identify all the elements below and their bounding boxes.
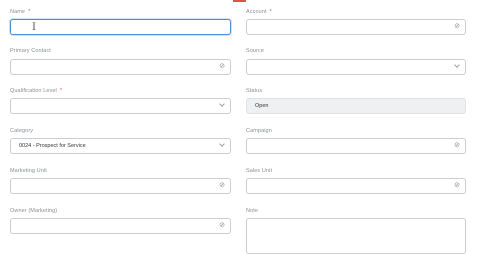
active-tab-indicator (233, 0, 246, 2)
chevron-down-icon[interactable] (219, 141, 225, 147)
qualification-level-label: Qualification Level * (10, 88, 63, 94)
owner-marketing-label: Owner (Marketing) (10, 208, 58, 214)
primary-contact-input[interactable]: ⊘ (10, 59, 231, 75)
sales-unit-label: Sales Unit (246, 168, 273, 174)
campaign-input[interactable]: ⊘ (246, 138, 466, 154)
account-input[interactable]: ⊘ (246, 19, 466, 35)
note-label: Note (246, 208, 259, 214)
primary-contact-label: Primary Contact (10, 48, 51, 54)
link-icon[interactable]: ⊘ (219, 222, 225, 230)
category-value: 0024 - Prospect for Service (19, 143, 86, 149)
source-select[interactable] (246, 59, 466, 75)
marketing-unit-label: Marketing Unit (10, 168, 47, 174)
note-textarea[interactable] (246, 218, 466, 254)
link-icon[interactable]: ⊘ (454, 182, 460, 190)
chevron-down-icon[interactable] (219, 101, 225, 107)
category-label: Category (10, 128, 34, 134)
category-select[interactable]: 0024 - Prospect for Service (10, 138, 231, 154)
link-icon[interactable]: ⊘ (219, 182, 225, 190)
qualification-level-select[interactable] (10, 98, 231, 114)
owner-marketing-input[interactable]: ⊘ (10, 218, 231, 234)
marketing-unit-input[interactable]: ⊘ (10, 178, 231, 194)
link-icon[interactable]: ⊘ (219, 63, 225, 71)
account-label: Account * (246, 9, 272, 15)
sales-unit-input[interactable]: ⊘ (246, 178, 466, 194)
status-value: Open (255, 103, 269, 109)
link-icon[interactable]: ⊘ (454, 23, 460, 31)
source-label: Source (246, 48, 265, 54)
status-label: Status (246, 88, 263, 94)
text-cursor-icon: I (32, 22, 36, 33)
status-field: Open (246, 98, 466, 114)
link-icon[interactable]: ⊘ (454, 142, 460, 150)
chevron-down-icon[interactable] (454, 62, 460, 68)
name-label: Name * (10, 9, 31, 15)
name-input[interactable] (10, 19, 231, 35)
campaign-label: Campaign (246, 128, 272, 134)
